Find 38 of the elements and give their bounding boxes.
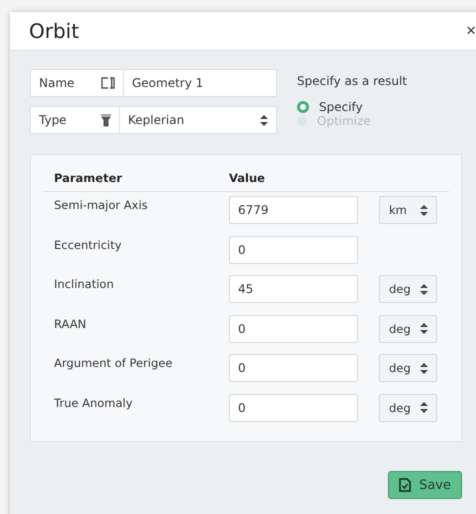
value-field[interactable]: 0	[229, 394, 358, 422]
sort-caret-icon	[420, 284, 428, 294]
sort-caret-icon	[420, 323, 428, 334]
field-label: Type	[38, 113, 68, 127]
value-field[interactable]: 0	[229, 314, 358, 342]
filter-icon	[101, 114, 111, 126]
field-label: Name	[38, 76, 76, 90]
parameter-name: Argument of Perigee	[53, 355, 174, 370]
column-header: Parameter	[53, 171, 124, 187]
sort-caret-icon	[260, 114, 268, 126]
name-field[interactable]: Geometry 1	[123, 70, 276, 96]
unit-select[interactable]: deg	[379, 314, 437, 342]
parameter-name: RAAN	[53, 316, 88, 330]
parameter-name: Semi-major Axis	[53, 197, 149, 212]
close-button[interactable]: ×	[466, 21, 476, 41]
sort-caret-icon	[420, 402, 428, 413]
value-field[interactable]: 0	[229, 354, 358, 382]
value-field[interactable]: 0	[229, 236, 358, 264]
parameter-name: True Anomaly	[53, 394, 134, 410]
dialog-title: Orbit	[29, 19, 80, 43]
sort-caret-icon	[420, 362, 428, 374]
unit-select[interactable]: deg	[379, 275, 437, 303]
radio-label[interactable]: Specify	[319, 100, 363, 114]
result-heading: Specify as a result	[297, 74, 408, 88]
radio-button[interactable]	[297, 101, 309, 113]
sort-caret-icon	[420, 204, 428, 216]
unit-select[interactable]: km	[379, 196, 437, 224]
parameter-name: Inclination	[53, 276, 115, 291]
parameter-name: Eccentricity	[53, 236, 123, 252]
column-header: Value	[229, 171, 265, 187]
value-field[interactable]: 45	[229, 275, 358, 303]
save-button[interactable]: Save	[388, 471, 462, 499]
file-check-icon	[399, 478, 412, 492]
unit-select[interactable]: deg	[379, 394, 437, 422]
value-field[interactable]: 6779	[229, 196, 358, 224]
unit-select[interactable]: deg	[379, 354, 437, 382]
text-cursor-icon	[101, 77, 115, 89]
type-select[interactable]: Keplerian	[119, 107, 276, 133]
